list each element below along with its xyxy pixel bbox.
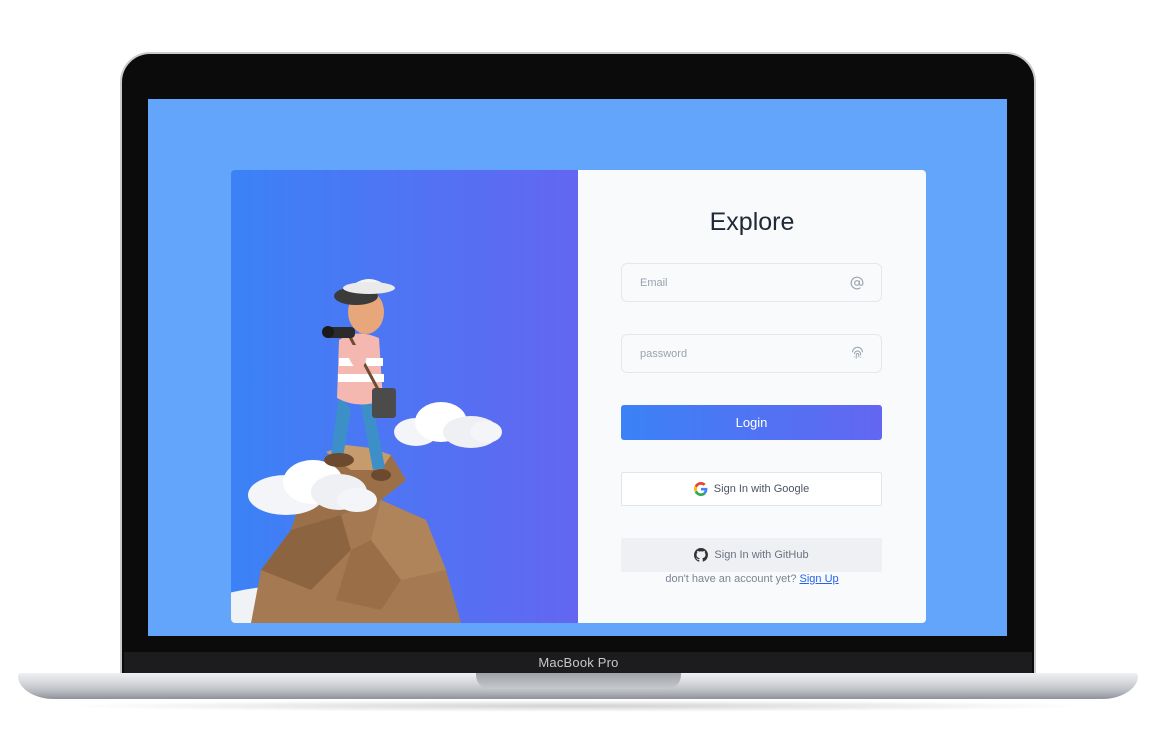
- laptop-screen: Explore Email Login Sign In with Google …: [148, 99, 1007, 636]
- email-field[interactable]: [621, 263, 882, 302]
- hero-panel: [231, 170, 578, 623]
- github-icon: [694, 548, 709, 562]
- fingerprint-icon: [849, 346, 865, 362]
- email-input[interactable]: [638, 275, 849, 290]
- at-sign-icon: [849, 275, 865, 291]
- brand-label: MacBook Pro: [538, 655, 619, 670]
- google-icon: [693, 482, 708, 496]
- login-button[interactable]: Login: [621, 405, 882, 440]
- explorer-illustration: [231, 279, 502, 623]
- login-form: Explore Email Login Sign In with Google …: [578, 170, 926, 623]
- password-input[interactable]: [638, 346, 849, 361]
- signup-prompt-text: don't have an account yet?: [665, 573, 797, 585]
- cloud-right: [394, 402, 502, 448]
- google-button-label: Sign In with Google: [713, 483, 810, 495]
- signup-prompt: don't have an account yet? Sign Up: [578, 573, 926, 585]
- laptop-notch: [476, 673, 681, 689]
- login-card: Explore Email Login Sign In with Google …: [231, 170, 926, 623]
- github-signin-button[interactable]: Sign In with GitHub: [621, 538, 882, 572]
- page-title: Explore: [709, 208, 795, 236]
- github-button-label: Sign In with GitHub: [714, 549, 809, 561]
- google-signin-button[interactable]: Sign In with Google: [621, 472, 882, 506]
- signup-link[interactable]: Sign Up: [800, 573, 839, 585]
- laptop-shadow: [60, 700, 1097, 712]
- password-field[interactable]: [621, 334, 882, 373]
